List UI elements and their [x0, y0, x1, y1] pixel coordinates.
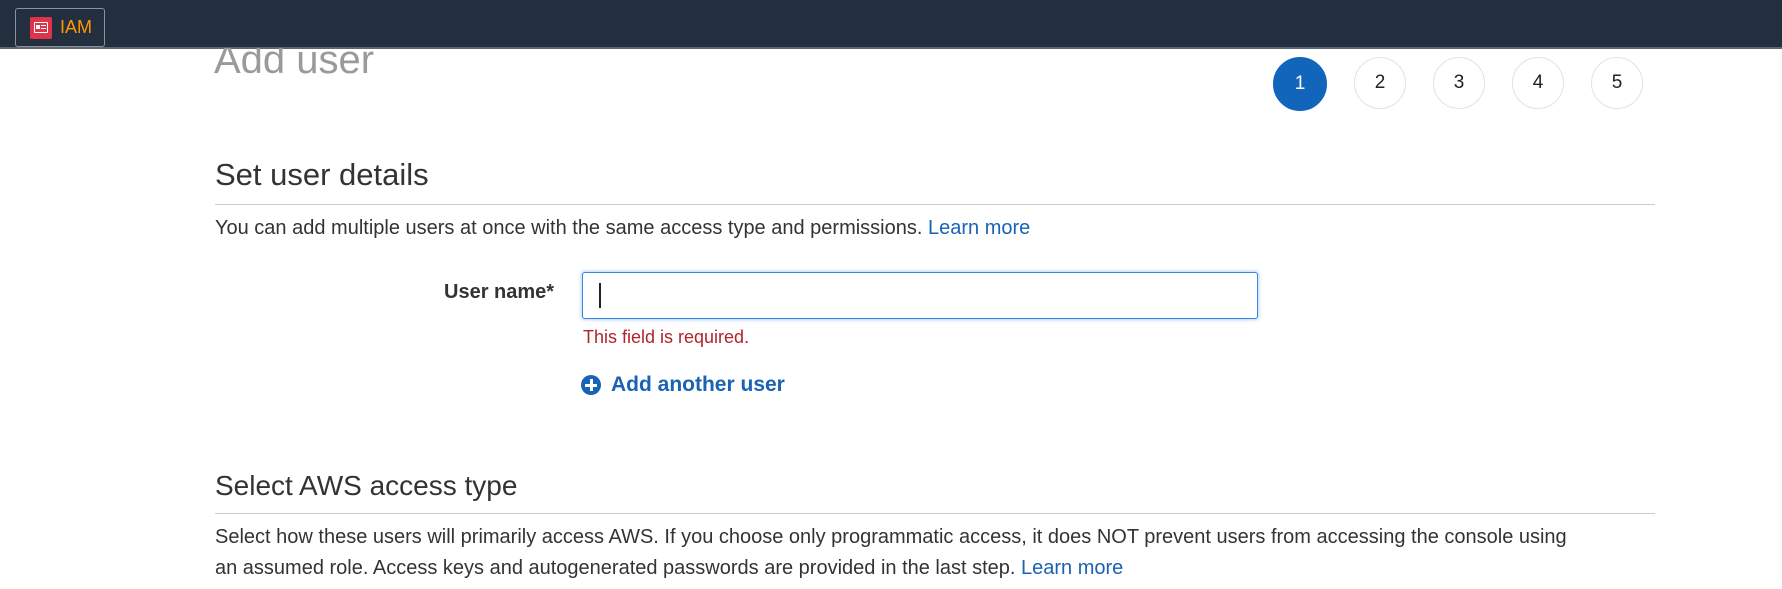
username-label: User name* [444, 281, 555, 303]
iam-icon [30, 16, 52, 39]
access-type-heading: Select AWS access type [215, 470, 518, 501]
service-label: IAM [60, 17, 93, 37]
section-divider [215, 204, 1655, 205]
step-3[interactable]: 3 [1433, 57, 1485, 109]
username-error: This field is required. [583, 327, 750, 347]
wizard-steps: 1 2 3 4 5 [1273, 57, 1643, 113]
username-input[interactable] [582, 272, 1258, 319]
section-divider [215, 513, 1655, 514]
learn-more-link[interactable]: Learn more [1021, 557, 1123, 579]
access-type-description: Select how these users will primarily ac… [215, 526, 1567, 579]
step-5[interactable]: 5 [1591, 57, 1643, 109]
user-details-description: You can add multiple users at once with … [215, 217, 1031, 239]
step-2[interactable]: 2 [1354, 57, 1406, 109]
add-another-user-button[interactable]: Add another user [581, 373, 785, 397]
learn-more-link[interactable]: Learn more [928, 217, 1030, 239]
top-navigation-bar: IAM [0, 0, 1782, 49]
text-cursor [599, 283, 601, 308]
plus-circle-icon [581, 375, 601, 395]
step-4[interactable]: 4 [1512, 57, 1564, 109]
set-user-details-heading: Set user details [215, 157, 429, 192]
step-1[interactable]: 1 [1273, 57, 1327, 111]
add-another-user-label: Add another user [611, 373, 785, 396]
page-title: Add user [214, 48, 375, 82]
iam-service-button[interactable]: IAM [15, 8, 105, 47]
